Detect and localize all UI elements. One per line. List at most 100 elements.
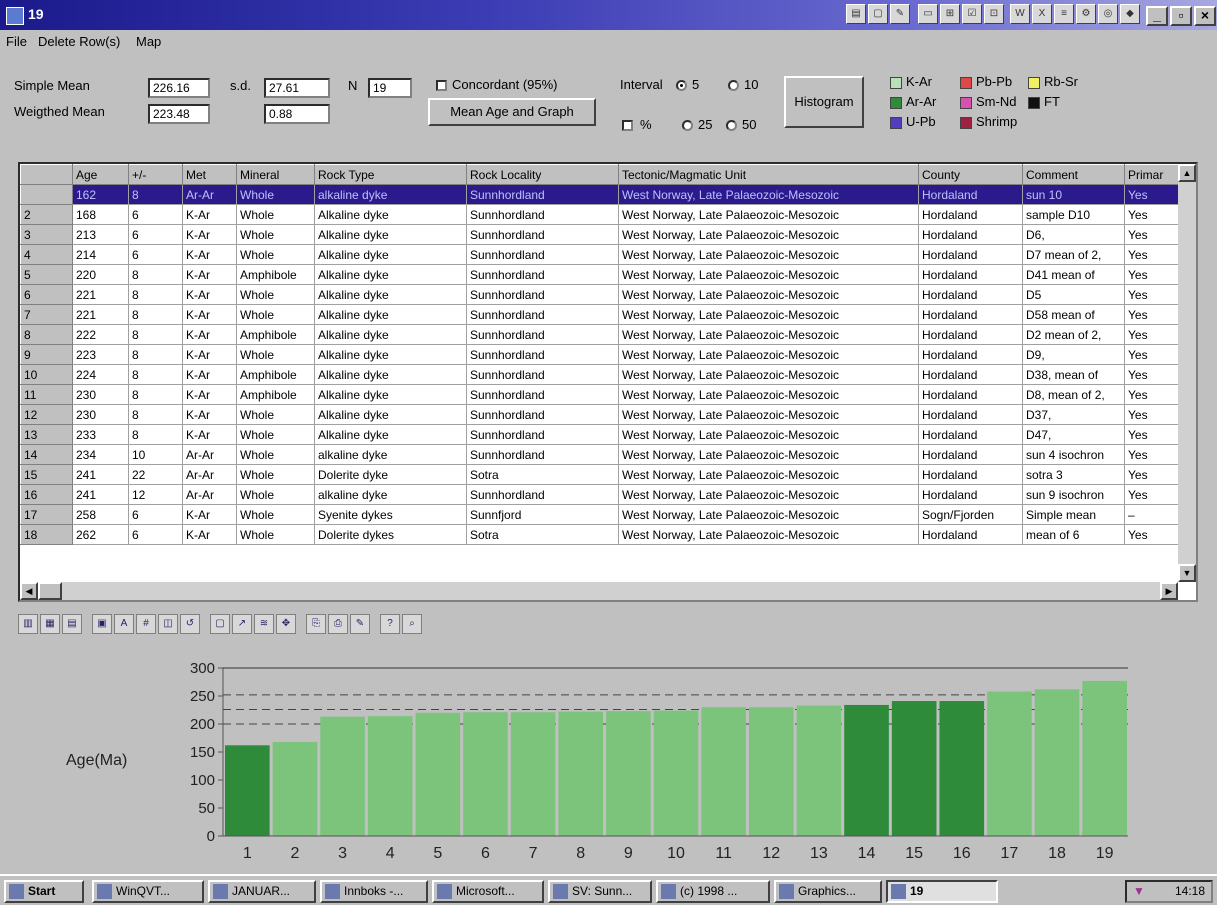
table-cell[interactable]: West Norway, Late Palaeozoic-Mesozoic	[618, 204, 919, 225]
row-number[interactable]: 11	[20, 384, 73, 405]
table-cell[interactable]: sun 10	[1022, 184, 1125, 205]
table-cell[interactable]: Alkaline dyke	[314, 404, 467, 425]
table-cell[interactable]: Amphibole	[236, 324, 315, 345]
close-icon[interactable]: ×	[1194, 6, 1216, 26]
table-cell[interactable]: Whole	[236, 484, 315, 505]
table-cell[interactable]: Yes	[1124, 364, 1185, 385]
column-header[interactable]: Tectonic/Magmatic Unit	[618, 164, 919, 185]
table-cell[interactable]: Hordaland	[918, 404, 1023, 425]
table-cell[interactable]: Sunnhordland	[466, 244, 619, 265]
row-number[interactable]: 14	[20, 444, 73, 465]
histogram-button[interactable]: Histogram	[784, 76, 864, 128]
table-cell[interactable]: West Norway, Late Palaeozoic-Mesozoic	[618, 484, 919, 505]
table-cell[interactable]: 230	[72, 404, 129, 425]
table-row[interactable]: 17 258 6 K-Ar Whole Syenite dykes Sunnfjord Wes…	[20, 504, 1185, 525]
table-cell[interactable]: Sunnhordland	[466, 204, 619, 225]
legend-icon[interactable]: ▣	[92, 614, 112, 634]
vertical-scrollbar[interactable]: ▲ ▼	[1178, 164, 1196, 582]
task-winqvt[interactable]: WinQVT...	[92, 880, 204, 903]
table-cell[interactable]: sun 4 isochron	[1022, 444, 1125, 465]
table-cell[interactable]: D9,	[1022, 344, 1125, 365]
row-number[interactable]	[20, 184, 73, 205]
table-cell[interactable]: Whole	[236, 464, 315, 485]
start-button[interactable]: Start	[4, 880, 84, 903]
table-cell[interactable]: Whole	[236, 444, 315, 465]
table-cell[interactable]: Amphibole	[236, 264, 315, 285]
table-cell[interactable]: Sunnhordland	[466, 344, 619, 365]
table-cell[interactable]: Syenite dykes	[314, 504, 467, 525]
table-cell[interactable]: Hordaland	[918, 184, 1023, 205]
table-cell[interactable]: Whole	[236, 204, 315, 225]
interval-10-radio[interactable]	[728, 80, 739, 91]
table-row[interactable]: 14 234 10 Ar-Ar Whole alkaline dyke Sunnhordla…	[20, 444, 1185, 465]
table-row[interactable]: 16 241 12 Ar-Ar Whole alkaline dyke Sunnhordla…	[20, 484, 1185, 505]
table-cell[interactable]: Sunnhordland	[466, 404, 619, 425]
table-cell[interactable]: 213	[72, 224, 129, 245]
table-row[interactable]: 10 224 8 K-Ar Amphibole Alkaline dyke Sunnhord…	[20, 364, 1185, 385]
table-cell[interactable]: Sunnhordland	[466, 444, 619, 465]
table-cell[interactable]: 8	[128, 404, 183, 425]
table-cell[interactable]: 168	[72, 204, 129, 225]
column-header[interactable]: Rock Locality	[466, 164, 619, 185]
task-januar[interactable]: JANUAR...	[208, 880, 316, 903]
scroll-down-icon[interactable]: ▼	[1178, 564, 1196, 582]
table-cell[interactable]: D37,	[1022, 404, 1125, 425]
mean-age-graph-button[interactable]: Mean Age and Graph	[428, 98, 596, 126]
table-cell[interactable]: Sunnhordland	[466, 264, 619, 285]
table-cell[interactable]: Hordaland	[918, 424, 1023, 445]
row-number[interactable]: 8	[20, 324, 73, 345]
row-number[interactable]: 9	[20, 344, 73, 365]
row-number[interactable]: 16	[20, 484, 73, 505]
table-row[interactable]: 15 241 22 Ar-Ar Whole Dolerite dyke Sotra West …	[20, 464, 1185, 485]
table-cell[interactable]: Hordaland	[918, 464, 1023, 485]
table-cell[interactable]: Hordaland	[918, 364, 1023, 385]
table-cell[interactable]: Yes	[1124, 384, 1185, 405]
table-cell[interactable]: 214	[72, 244, 129, 265]
table-cell[interactable]: D47,	[1022, 424, 1125, 445]
row-number[interactable]: 10	[20, 364, 73, 385]
copy-icon[interactable]: ⎘	[306, 614, 326, 634]
table-cell[interactable]: 8	[128, 364, 183, 385]
table-row[interactable]: 11 230 8 K-Ar Amphibole Alkaline dyke Sunnhord…	[20, 384, 1185, 405]
percent-checkbox[interactable]	[622, 120, 633, 131]
zoom-icon[interactable]: ⌕	[402, 614, 422, 634]
scale-icon[interactable]: ↗	[232, 614, 252, 634]
table-cell[interactable]: K-Ar	[182, 204, 237, 225]
tool-icon[interactable]: ☑	[962, 4, 982, 24]
n-field[interactable]: 19	[368, 78, 412, 98]
table-cell[interactable]: West Norway, Late Palaeozoic-Mesozoic	[618, 304, 919, 325]
table-cell[interactable]: 6	[128, 504, 183, 525]
interval-50-radio[interactable]	[726, 120, 737, 131]
text-icon[interactable]: A	[114, 614, 134, 634]
table-cell[interactable]: Alkaline dyke	[314, 264, 467, 285]
table-cell[interactable]: Sunnhordland	[466, 364, 619, 385]
row-number[interactable]: 7	[20, 304, 73, 325]
table-cell[interactable]: West Norway, Late Palaeozoic-Mesozoic	[618, 184, 919, 205]
table-cell[interactable]: 6	[128, 524, 183, 545]
row-number[interactable]: 12	[20, 404, 73, 425]
series-icon[interactable]: ≋	[254, 614, 274, 634]
table-row[interactable]: 12 230 8 K-Ar Whole Alkaline dyke Sunnhordland…	[20, 404, 1185, 425]
table-cell[interactable]: 8	[128, 344, 183, 365]
table-row[interactable]: 18 262 6 K-Ar Whole Dolerite dykes Sotra West N…	[20, 524, 1185, 545]
table-cell[interactable]: West Norway, Late Palaeozoic-Mesozoic	[618, 224, 919, 245]
concordant-checkbox[interactable]	[436, 80, 447, 91]
table-row[interactable]: 7 221 8 K-Ar Whole Alkaline dyke Sunnhordland W…	[20, 304, 1185, 325]
table-cell[interactable]: West Norway, Late Palaeozoic-Mesozoic	[618, 524, 919, 545]
sd-field[interactable]: 27.61	[264, 78, 330, 98]
tool-icon[interactable]: ▤	[846, 4, 866, 24]
row-number[interactable]: 3	[20, 224, 73, 245]
table-cell[interactable]: West Norway, Late Palaeozoic-Mesozoic	[618, 424, 919, 445]
table-cell[interactable]: West Norway, Late Palaeozoic-Mesozoic	[618, 324, 919, 345]
table-cell[interactable]: Yes	[1124, 464, 1185, 485]
table-cell[interactable]: Yes	[1124, 264, 1185, 285]
table-cell[interactable]: 8	[128, 184, 183, 205]
table-cell[interactable]: West Norway, Late Palaeozoic-Mesozoic	[618, 284, 919, 305]
table-cell[interactable]: 8	[128, 264, 183, 285]
table-row[interactable]: 2 168 6 K-Ar Whole Alkaline dyke Sunnhordland W…	[20, 204, 1185, 225]
move-icon[interactable]: ✥	[276, 614, 296, 634]
table-cell[interactable]: 241	[72, 464, 129, 485]
table-cell[interactable]: 6	[128, 224, 183, 245]
table-cell[interactable]: Yes	[1124, 184, 1185, 205]
maximize-icon[interactable]: ▫	[1170, 6, 1192, 26]
